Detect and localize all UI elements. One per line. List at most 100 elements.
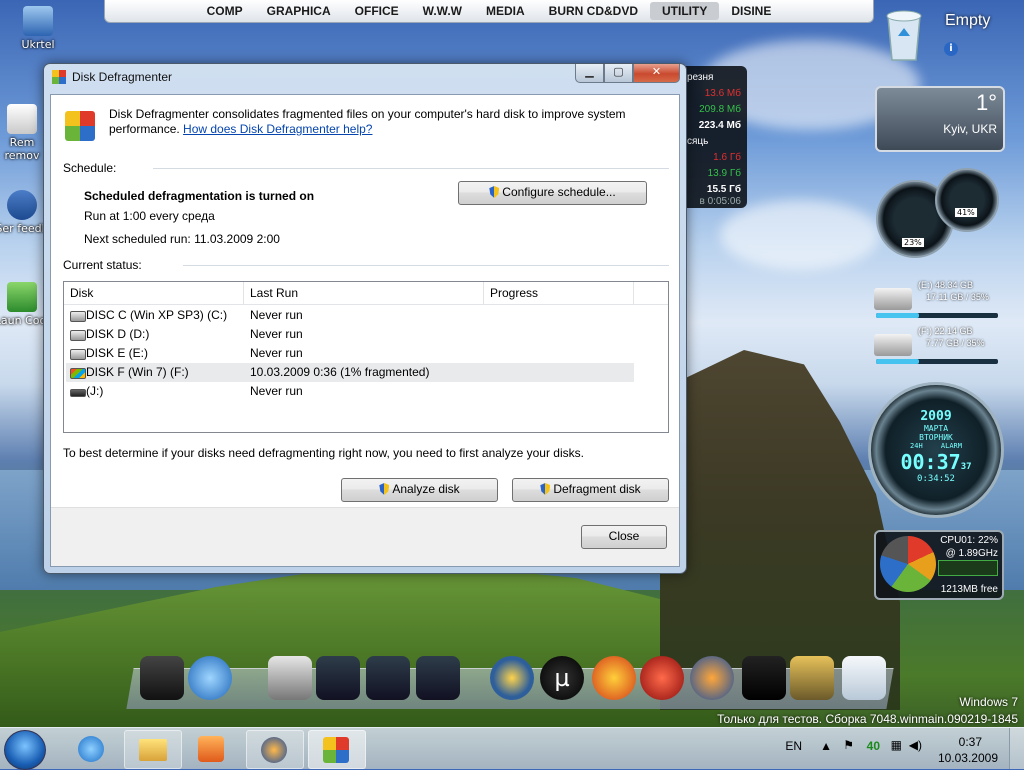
drive-usage-bar xyxy=(876,359,998,364)
desktop-icon-label: Ukrtel xyxy=(21,38,55,51)
documents-icon[interactable] xyxy=(416,656,460,700)
menu-media[interactable]: MEDIA xyxy=(474,2,537,20)
icq-icon[interactable] xyxy=(490,656,534,700)
intro-description: Disk Defragmenter consolidates fragmente… xyxy=(109,107,669,137)
menu-utility[interactable]: UTILITY xyxy=(650,2,720,20)
internet-explorer-icon[interactable] xyxy=(64,730,120,767)
folder-icon[interactable] xyxy=(316,656,360,700)
start-button[interactable] xyxy=(4,730,46,770)
keyboard-icon[interactable] xyxy=(268,656,312,700)
gauge-percent: 41% xyxy=(955,208,977,217)
watermark-title: Windows 7 xyxy=(959,695,1018,709)
firefox-icon[interactable] xyxy=(246,730,304,769)
network-meter-gadget: резня 13.6 Мб 209.8 Мб 223.4 Мб сяць 1.6… xyxy=(683,66,747,208)
analyze-hint: To best determine if your disks need def… xyxy=(63,446,584,460)
dialog-footer: Close xyxy=(51,507,679,566)
column-progress[interactable]: Progress xyxy=(484,282,634,304)
internet-globe-icon[interactable] xyxy=(188,656,232,700)
uac-shield-icon xyxy=(540,483,551,495)
column-disk[interactable]: Disk xyxy=(64,282,244,304)
watermark-build: Только для тестов. Сборка 7048.winmain.0… xyxy=(717,712,1018,726)
clock-mode: 24H xyxy=(910,442,923,450)
network-icon[interactable]: ▦ xyxy=(891,738,902,752)
menu-graphica[interactable]: GRAPHICA xyxy=(255,2,343,20)
disk-name: DISK D (D:) xyxy=(86,327,150,341)
menu-disine[interactable]: DISINE xyxy=(719,2,783,20)
analyze-disk-label: Analyze disk xyxy=(392,482,460,496)
weather-gadget[interactable]: 1° Kyiv, UKR xyxy=(875,86,1005,152)
help-link[interactable]: How does Disk Defragmenter help? xyxy=(183,122,372,136)
disk-row[interactable]: DISK D (D:) Never run xyxy=(66,325,634,344)
net-meter-time: в 0:05:06 xyxy=(699,196,741,207)
net-meter-value: 1.6 Гб xyxy=(713,152,741,163)
hard-drive-icon xyxy=(874,334,912,356)
language-indicator[interactable]: EN xyxy=(785,739,802,753)
defragment-disk-button[interactable]: Defragment disk xyxy=(512,478,669,502)
cpu-frequency: @ 1.89GHz xyxy=(945,548,998,559)
minimize-button[interactable]: ▁ xyxy=(575,64,604,83)
cpu-meter-gadget: CPU01: 22% @ 1.89GHz 1213MB free xyxy=(874,530,1004,600)
drive-usage: 7.77 GB / 35% xyxy=(926,338,985,348)
clock-year: 2009 xyxy=(920,409,952,424)
disk-name: DISK F (Win 7) (F:) xyxy=(86,365,189,379)
network-monitor-icon[interactable] xyxy=(140,656,184,700)
drive-usage: 17.11 GB / 35% xyxy=(926,292,989,302)
taskbar: EN ▲ ⚑ 40 ▦ ◀) 0:37 10.03.2009 xyxy=(0,727,1024,770)
remove-icon xyxy=(7,104,37,134)
utorrent-icon[interactable]: µ xyxy=(540,656,584,700)
explorer-icon[interactable] xyxy=(124,730,182,769)
uac-shield-icon xyxy=(379,483,390,495)
info-icon[interactable]: i xyxy=(944,42,958,56)
hard-drive-icon xyxy=(70,349,86,360)
disk-row-selected[interactable]: DISK F (Win 7) (F:) 10.03.2009 0:36 (1% … xyxy=(66,363,634,382)
disk-list-header: Disk Last Run Progress xyxy=(64,282,668,305)
disk-list[interactable]: Disk Last Run Progress DISC C (Win XP SP… xyxy=(63,281,669,433)
recycle-bin-icon[interactable] xyxy=(882,6,926,62)
ccleaner-icon[interactable] xyxy=(592,656,636,700)
drive-e-gadget: (E:) 48.34 GB 17.11 GB / 35% xyxy=(874,280,1000,320)
disk-defragmenter-window: Disk Defragmenter ▁ ▢ ✕ Disk Defragmente… xyxy=(43,63,687,574)
disk-name: (J:) xyxy=(86,384,104,398)
action-center-flag-icon[interactable]: ⚑ xyxy=(843,738,854,752)
removable-drive-icon xyxy=(70,389,86,397)
column-last-run[interactable]: Last Run xyxy=(244,282,484,304)
disk-row[interactable]: DISK E (E:) Never run xyxy=(66,344,634,363)
window-content: Disk Defragmenter consolidates fragmente… xyxy=(50,94,680,567)
window-title: Disk Defragmenter xyxy=(72,70,173,84)
clock-time[interactable]: 0:37 xyxy=(959,735,982,749)
maximize-button[interactable]: ▢ xyxy=(604,64,633,83)
close-button[interactable]: Close xyxy=(581,525,667,549)
flash-icon[interactable] xyxy=(640,656,684,700)
desktop-icon-ukrtel[interactable]: Ukrtel xyxy=(8,6,68,51)
close-window-button[interactable]: ✕ xyxy=(633,64,680,83)
clock-date[interactable]: 10.03.2009 xyxy=(938,751,998,765)
hard-drive-icon xyxy=(70,330,86,341)
battery-indicator[interactable]: 40 xyxy=(867,739,880,753)
clock-time: 00:37 xyxy=(900,450,961,474)
menu-comp[interactable]: COMP xyxy=(195,2,255,20)
disk-last-run: 10.03.2009 0:36 (1% fragmented) xyxy=(250,365,430,379)
next-scheduled-run: Next scheduled run: 11.03.2009 2:00 xyxy=(84,232,280,246)
analyze-disk-button[interactable]: Analyze disk xyxy=(341,478,498,502)
disk-row[interactable]: DISC C (Win XP SP3) (C:) Never run xyxy=(66,306,634,325)
show-desktop-button[interactable] xyxy=(1009,728,1024,769)
windows-drive-icon xyxy=(70,368,86,379)
disk-name: DISC C (Win XP SP3) (C:) xyxy=(86,308,228,322)
volume-icon[interactable]: ◀) xyxy=(909,738,922,752)
net-meter-value: 209.8 Мб xyxy=(699,104,741,115)
show-hidden-icons[interactable]: ▲ xyxy=(820,739,832,753)
menu-www[interactable]: W.W.W xyxy=(411,2,474,20)
memory-free: 1213MB free xyxy=(940,584,998,595)
media-player-icon[interactable] xyxy=(184,730,240,767)
menu-office[interactable]: OFFICE xyxy=(343,2,411,20)
disk-row[interactable]: (J:) Never run xyxy=(66,382,634,401)
title-bar[interactable]: Disk Defragmenter ▁ ▢ ✕ xyxy=(44,64,686,90)
disk-defragmenter-icon[interactable] xyxy=(308,730,366,769)
menu-burn[interactable]: BURN CD&DVD xyxy=(537,2,650,20)
disk-last-run: Never run xyxy=(250,384,303,398)
clock-subtime: 0:34:52 xyxy=(917,474,955,484)
disk-last-run: Never run xyxy=(250,327,303,341)
music-icon[interactable] xyxy=(366,656,410,700)
cpu-pie-icon xyxy=(880,536,936,592)
configure-schedule-button[interactable]: Configure schedule... xyxy=(458,181,647,205)
